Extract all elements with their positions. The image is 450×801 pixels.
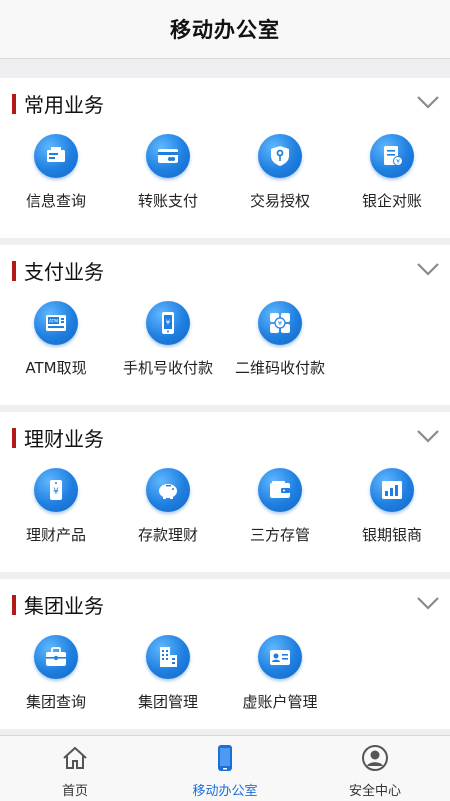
chevron-down-icon[interactable] [416,428,440,444]
section-accent-bar [12,428,16,448]
section-header[interactable]: 集团业务 [0,579,450,629]
menu-item-deposit-wealth[interactable]: 存款理财 [112,462,224,574]
id-card-icon [258,635,302,679]
svg-text:ATM: ATM [49,319,58,325]
app-header: 移动办公室 [0,0,450,59]
bar-chart-icon [370,468,414,512]
section-title: 支付业务 [24,260,104,284]
menu-item-label: 信息查询 [25,192,86,210]
menu-item-label: ATM取现 [25,359,87,377]
section-wealth: 理财业务 ¥ 理财产品 存款理财 三方存管 银期银商 [0,412,450,572]
menu-item-label: 三方存管 [249,526,310,544]
building-icon [146,635,190,679]
menu-item-label: 存款理财 [137,526,198,544]
home-icon [63,746,87,769]
section-group: 集团业务 集团查询 集团管理 虚账户管理 [0,579,450,729]
bottom-tab-bar: 首页 移动办公室 安全中心 [0,735,450,801]
section-header[interactable]: 理财业务 [0,412,450,462]
menu-item-reconcile[interactable]: ¥ 银企对账 [336,128,448,240]
tab-label: 安全中心 [348,784,401,799]
menu-item-label: 转账支付 [137,192,198,210]
wallet-icon [258,468,302,512]
menu-item-atm-withdraw[interactable]: ATM ATM取现 [0,295,112,407]
tag-yen-icon: ¥ [34,468,78,512]
info-board-icon [34,134,78,178]
menu-item-label: 集团查询 [25,693,86,711]
grid-yen-icon: ¥ [258,301,302,345]
user-circle-icon [362,745,388,771]
menu-item-label: 手机号收付款 [122,359,213,377]
shield-key-icon [258,134,302,178]
section-accent-bar [12,94,16,114]
phone-yen-icon: ¥ [146,301,190,345]
menu-item-label: 交易授权 [249,192,310,210]
menu-item-label: 银期银商 [361,526,422,544]
tab-label: 首页 [61,784,88,799]
tab-mobile-office[interactable]: 移动办公室 [150,736,300,801]
menu-item-qrcode-pay[interactable]: ¥ 二维码收付款 [224,295,336,407]
atm-icon: ATM [34,301,78,345]
document-yen-icon: ¥ [370,134,414,178]
menu-item-wealth-products[interactable]: ¥ 理财产品 [0,462,112,574]
tab-security-center[interactable]: 安全中心 [300,736,450,801]
menu-item-third-party-custody[interactable]: 三方存管 [224,462,336,574]
menu-item-label: 二维码收付款 [234,359,325,377]
section-title: 常用业务 [24,93,104,117]
card-icon [146,134,190,178]
menu-item-label: 银企对账 [361,192,422,210]
menu-item-group-manage[interactable]: 集团管理 [112,629,224,741]
section-common: 常用业务 信息查询 转账支付 交易授权 ¥ 银企对账 [0,78,450,238]
svg-text:¥: ¥ [278,320,282,328]
mobile-phone-icon [218,745,232,771]
section-title: 集团业务 [24,594,104,618]
chevron-down-icon[interactable] [416,261,440,277]
svg-text:¥: ¥ [396,159,400,166]
section-accent-bar [12,261,16,281]
chevron-down-icon[interactable] [416,94,440,110]
section-header[interactable]: 常用业务 [0,78,450,128]
section-payment: 支付业务 ATM ATM取现 ¥ 手机号收付款 ¥ 二维码收付款 [0,245,450,405]
menu-item-transfer-pay[interactable]: 转账支付 [112,128,224,240]
page-title: 移动办公室 [170,18,280,42]
menu-item-label: 集团管理 [137,693,198,711]
briefcase-icon [34,635,78,679]
menu-item-group-query[interactable]: 集团查询 [0,629,112,741]
section-title: 理财业务 [24,427,104,451]
piggy-bank-icon [146,468,190,512]
menu-item-info-query[interactable]: 信息查询 [0,128,112,240]
menu-item-phone-pay[interactable]: ¥ 手机号收付款 [112,295,224,407]
svg-text:¥: ¥ [166,319,171,327]
chevron-down-icon[interactable] [416,595,440,611]
menu-item-bank-futures[interactable]: 银期银商 [336,462,448,574]
menu-item-authorize[interactable]: 交易授权 [224,128,336,240]
tab-home[interactable]: 首页 [0,736,150,801]
menu-item-label: 虚账户管理 [242,693,318,711]
svg-text:¥: ¥ [53,487,59,497]
section-accent-bar [12,595,16,615]
tab-label: 移动办公室 [192,784,258,799]
menu-item-virtual-account[interactable]: 虚账户管理 [224,629,336,741]
menu-item-label: 理财产品 [25,526,86,544]
section-header[interactable]: 支付业务 [0,245,450,295]
